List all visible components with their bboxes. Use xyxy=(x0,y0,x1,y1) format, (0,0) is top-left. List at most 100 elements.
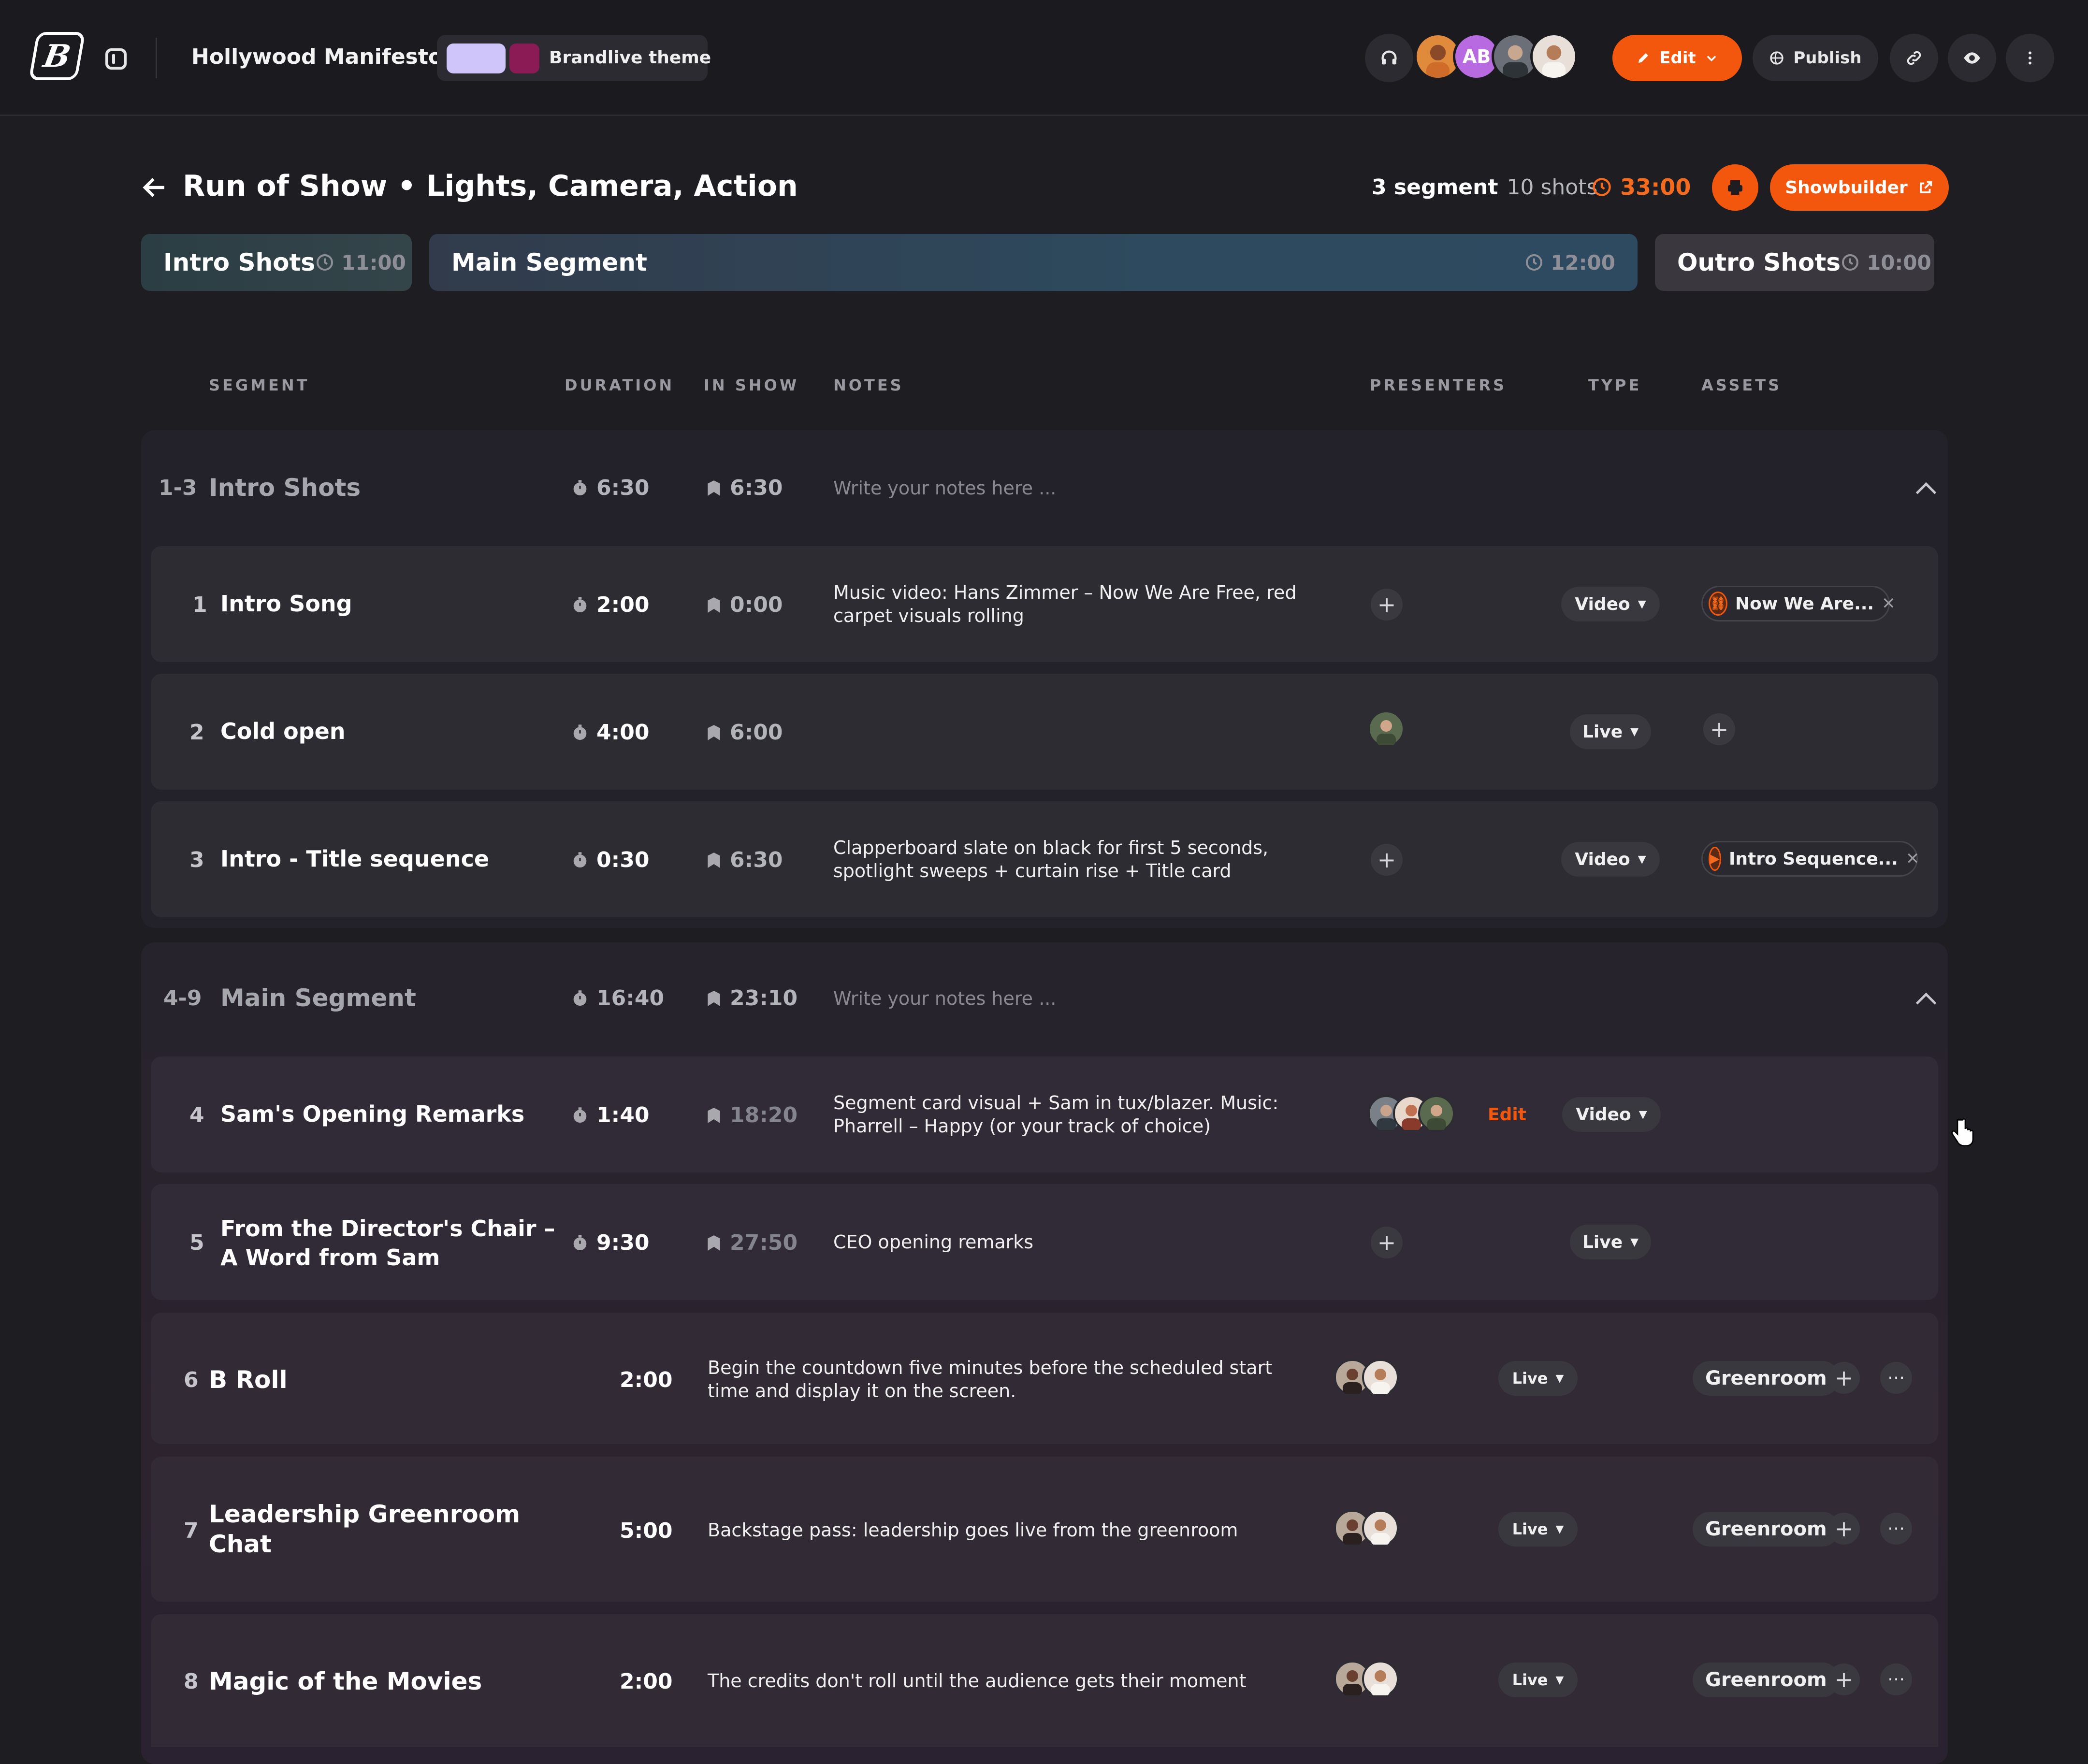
remove-asset-icon[interactable]: ✕ xyxy=(1906,849,1920,868)
type-dropdown[interactable]: Live ▼ xyxy=(1498,1361,1578,1396)
row-notes[interactable]: Begin the countdown five minutes before … xyxy=(708,1356,1317,1403)
row-name[interactable]: Leadership Greenroom Chat xyxy=(209,1499,520,1559)
add-presenter-button[interactable]: + xyxy=(1371,1227,1403,1258)
group-in-show: 23:10 xyxy=(705,986,798,1011)
clock-icon xyxy=(317,254,334,271)
column-header-type: TYPE xyxy=(1588,376,1642,394)
edit-presenters-link[interactable]: Edit xyxy=(1488,1105,1526,1125)
stopwatch-icon xyxy=(573,724,587,740)
row-notes[interactable]: Segment card visual + Sam in tux/blazer.… xyxy=(833,1091,1317,1138)
brandlive-logo[interactable]: B xyxy=(29,32,86,80)
sidebar-toggle-icon[interactable] xyxy=(105,48,127,70)
row-duration[interactable]: 5:00 xyxy=(620,1518,672,1543)
row-notes[interactable]: Music video: Hans Zimmer – Now We Are Fr… xyxy=(833,581,1317,627)
add-asset-button[interactable]: + xyxy=(1828,1513,1860,1545)
caret-down-icon: ▼ xyxy=(1555,1523,1564,1535)
row-name[interactable]: Cold open xyxy=(220,718,346,744)
more-options-button[interactable] xyxy=(2006,34,2054,82)
print-icon xyxy=(1728,180,1742,195)
collaborator-avatars[interactable]: AB xyxy=(1414,33,1583,83)
copy-link-button[interactable] xyxy=(1890,34,1938,82)
add-asset-button[interactable]: + xyxy=(1703,713,1735,745)
eye-icon xyxy=(1964,52,1980,64)
type-dropdown[interactable]: Video ▼ xyxy=(1562,1097,1661,1132)
edit-button[interactable]: Edit xyxy=(1612,35,1742,81)
asset-chip[interactable]: ⛓ Now We Are... ✕ xyxy=(1701,586,1896,622)
row-name[interactable]: Intro - Title sequence xyxy=(220,846,489,872)
row-notes[interactable]: Clapperboard slate on black for first 5 … xyxy=(833,836,1326,882)
presenter-avatar[interactable] xyxy=(1362,1661,1399,1697)
row-number: 3 xyxy=(189,848,204,872)
caret-down-icon: ▼ xyxy=(1555,1674,1564,1686)
flag-icon xyxy=(708,597,720,613)
column-header-segment: SEGMENT xyxy=(209,376,310,394)
presenter-avatar[interactable] xyxy=(1362,1359,1399,1396)
back-arrow-icon[interactable] xyxy=(140,173,169,207)
segment-count: 3 segment xyxy=(1372,175,1498,200)
row-duration[interactable]: 9:30 xyxy=(570,1230,649,1255)
stopwatch-icon xyxy=(573,990,587,1006)
row-duration[interactable]: 4:00 xyxy=(570,720,649,745)
row-in-show: 6:00 xyxy=(705,720,783,745)
row-duration[interactable]: 1:40 xyxy=(570,1103,649,1128)
segment-tab-main-segment[interactable]: Main Segment 12:00 xyxy=(429,234,1638,291)
add-asset-button[interactable]: + xyxy=(1828,1663,1860,1695)
row-notes[interactable]: Backstage pass: leadership goes live fro… xyxy=(708,1518,1238,1542)
more-horizontal-icon[interactable]: ⋯ xyxy=(1880,1362,1912,1394)
asset-chip-greenroom[interactable]: Greenroom xyxy=(1693,1663,1840,1697)
row-name[interactable]: Intro Song xyxy=(220,591,352,617)
type-dropdown[interactable]: Live ▼ xyxy=(1498,1512,1578,1547)
type-dropdown[interactable]: Video ▼ xyxy=(1561,842,1660,877)
publish-button[interactable]: Publish xyxy=(1753,35,1878,81)
row-duration[interactable]: 2:00 xyxy=(620,1669,672,1694)
type-dropdown[interactable]: Live ▼ xyxy=(1498,1663,1578,1697)
asset-chip[interactable]: ▶ Intro Sequence... ✕ xyxy=(1701,841,1920,877)
presenter-avatar[interactable] xyxy=(1368,710,1405,747)
asset-chip-greenroom[interactable]: Greenroom xyxy=(1693,1361,1840,1396)
show-counts: 3 segment 10 shots xyxy=(1372,175,1597,200)
type-dropdown[interactable]: Live ▼ xyxy=(1570,714,1651,749)
divider xyxy=(156,38,157,78)
segment-tab-intro-shots[interactable]: Intro Shots 11:00 xyxy=(141,234,412,291)
pencil-icon xyxy=(1638,53,1649,63)
column-header-in-show: IN SHOW xyxy=(704,376,799,394)
row-number: 2 xyxy=(189,720,204,745)
presenter-avatar[interactable] xyxy=(1362,1510,1399,1547)
row-notes[interactable]: The credits don't roll until the audienc… xyxy=(708,1669,1247,1692)
presenter-avatar[interactable] xyxy=(1418,1095,1455,1132)
row-number: 8 xyxy=(184,1669,199,1694)
row-notes[interactable]: CEO opening remarks xyxy=(833,1230,1033,1254)
group-notes-input[interactable]: Write your notes here ... xyxy=(833,987,1056,1010)
row-duration[interactable]: 2:00 xyxy=(620,1368,672,1392)
theme-swatch-secondary xyxy=(509,43,539,73)
segment-tab-outro-shots[interactable]: Outro Shots 10:00 xyxy=(1655,234,1934,291)
group-notes-input[interactable]: Write your notes here ... xyxy=(833,477,1056,500)
add-presenter-button[interactable]: + xyxy=(1371,844,1403,876)
add-presenter-button[interactable]: + xyxy=(1371,589,1403,621)
type-dropdown[interactable]: Video ▼ xyxy=(1561,587,1660,622)
more-horizontal-icon[interactable]: ⋯ xyxy=(1880,1513,1912,1545)
asset-chip-greenroom[interactable]: Greenroom xyxy=(1693,1512,1840,1547)
caret-down-icon: ▼ xyxy=(1630,725,1639,738)
row-name[interactable]: From the Director's Chair – A Word from … xyxy=(220,1214,555,1272)
preview-button[interactable] xyxy=(1948,34,1996,82)
external-link-icon xyxy=(1920,181,1932,193)
showbuilder-button[interactable]: Showbuilder xyxy=(1770,164,1949,211)
more-horizontal-icon[interactable]: ⋯ xyxy=(1880,1663,1912,1695)
headphones-button[interactable] xyxy=(1365,34,1413,82)
print-button[interactable] xyxy=(1712,164,1758,211)
row-name[interactable]: Magic of the Movies xyxy=(209,1667,482,1695)
add-asset-button[interactable]: + xyxy=(1828,1362,1860,1394)
type-dropdown[interactable]: Live ▼ xyxy=(1570,1225,1651,1259)
remove-asset-icon[interactable]: ✕ xyxy=(1882,594,1896,613)
row-duration[interactable]: 0:30 xyxy=(570,848,649,872)
chevron-down-icon xyxy=(1707,56,1716,62)
stopwatch-icon xyxy=(573,596,587,612)
column-header-presenters: PRESENTERS xyxy=(1370,376,1507,394)
group-name: Main Segment xyxy=(220,984,416,1012)
row-duration[interactable]: 2:00 xyxy=(570,593,649,617)
row-name[interactable]: B Roll xyxy=(209,1366,288,1394)
table-row[interactable] xyxy=(151,674,1938,790)
theme-selector[interactable]: Brandlive theme xyxy=(437,35,711,81)
row-name[interactable]: Sam's Opening Remarks xyxy=(220,1101,524,1127)
